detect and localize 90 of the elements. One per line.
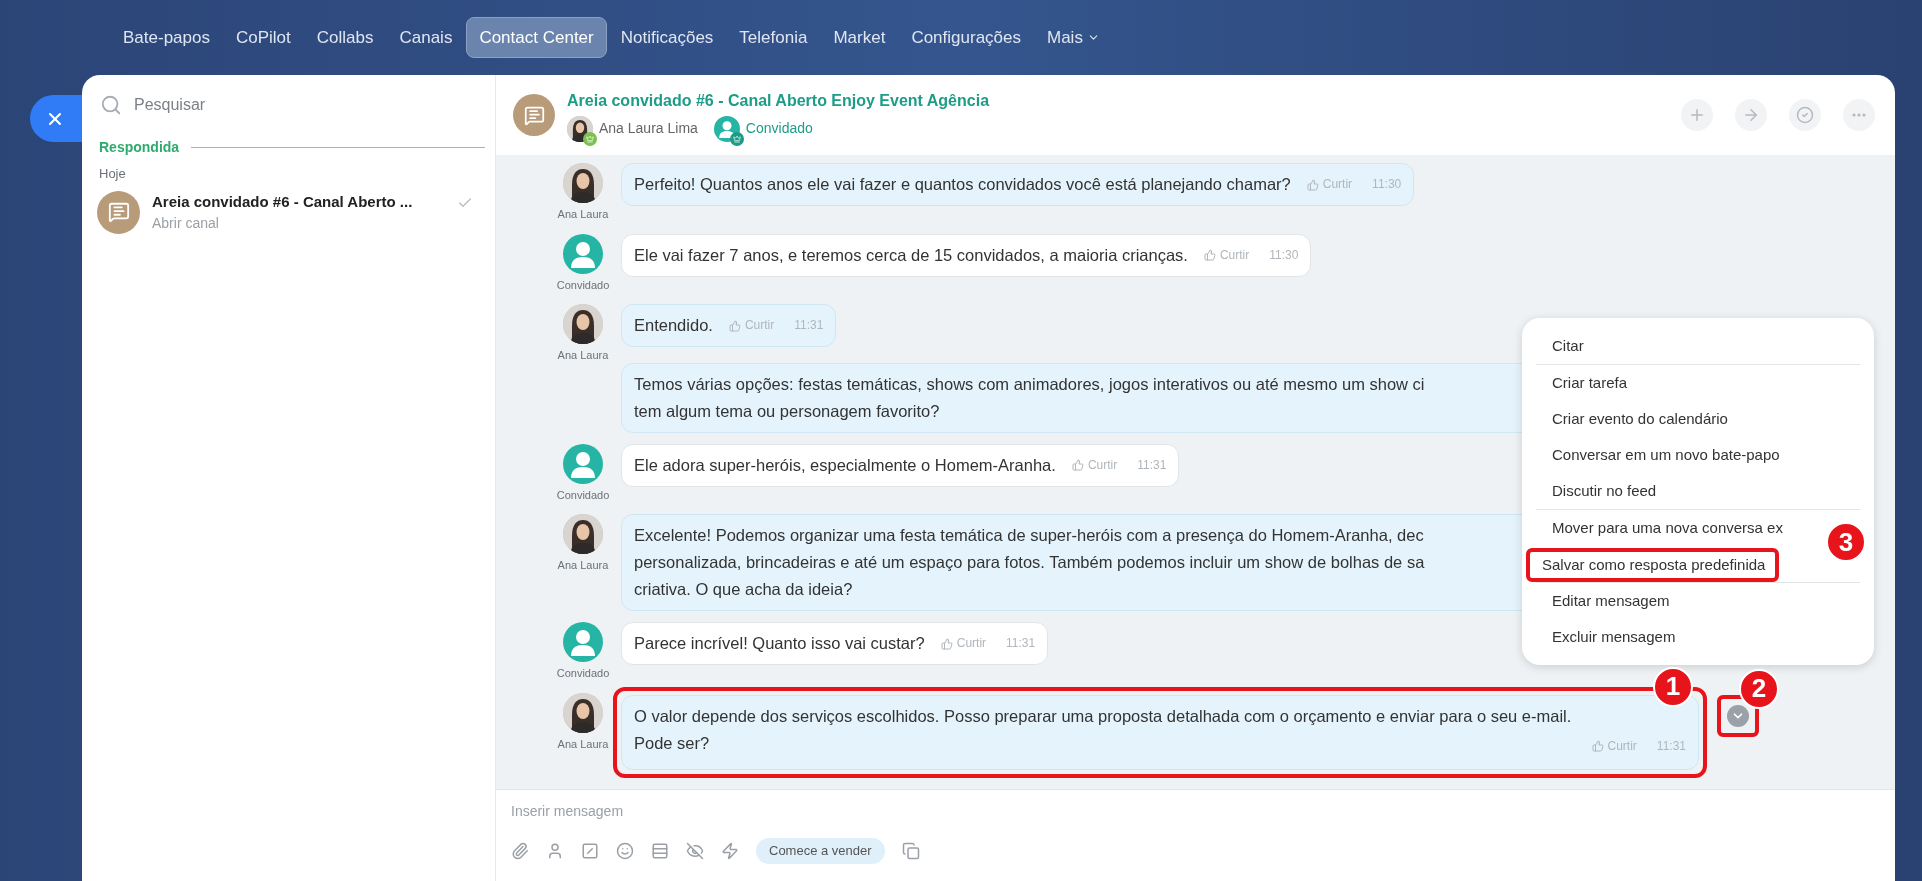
- chat-list-item[interactable]: Areia convidado #6 - Canal Aberto ... Abrir canal: [82, 183, 495, 241]
- message-time: 11:31: [1137, 456, 1167, 474]
- like-icon: [1203, 249, 1216, 261]
- message-menu-button[interactable]: [1727, 704, 1749, 727]
- message-time: 11:31: [1656, 737, 1686, 755]
- user-avatar: [563, 692, 603, 733]
- slash-box-icon[interactable]: [581, 841, 599, 860]
- like-icon: [1591, 740, 1604, 752]
- close-button[interactable]: [30, 95, 82, 142]
- guest-avatar: [563, 233, 603, 274]
- user-avatar: [563, 514, 603, 554]
- section-title: Respondida: [99, 138, 180, 157]
- nav-tab[interactable]: Configurações: [899, 17, 1033, 58]
- message-text: Ele adora super-heróis, especialmente o Homem-Aranha.: [634, 454, 1056, 476]
- nav-tab[interactable]: Market: [821, 17, 898, 58]
- menu-item[interactable]: Discutir no feed: [1552, 473, 1657, 509]
- nav-tab[interactable]: Collabs: [304, 17, 386, 58]
- chat-avatar: [513, 94, 555, 136]
- search-icon: [100, 94, 122, 116]
- guest-avatar: [563, 443, 603, 484]
- forward-button[interactable]: [1735, 99, 1767, 131]
- message-text: Perfeito! Quantos anos ele vai fazer e quantos convidados você está planejando chamar?: [634, 174, 1291, 195]
- nav-tab[interactable]: Notificações: [608, 17, 726, 58]
- date-label: Hoje: [98, 165, 127, 183]
- chat-title: Areia convidado #6 - Canal Aberto ...: [152, 191, 414, 212]
- user-avatar: [567, 115, 593, 142]
- message-text: Entendido.: [634, 315, 713, 336]
- message-text: O valor depende dos serviços escolhidos. Posso preparar uma proposta detalhada com o orçamento e enviar para o seu e-mail. Pode ser?: [634, 705, 1572, 754]
- add-button[interactable]: [1681, 99, 1713, 131]
- check-circle-icon: [1796, 106, 1814, 124]
- user-avatar: [563, 163, 603, 203]
- like-icon: [728, 319, 741, 332]
- plus-icon: [1688, 106, 1706, 124]
- guest-avatar: [713, 115, 740, 142]
- author-name: Convidado: [556, 666, 610, 681]
- sell-button[interactable]: Comece a vender: [756, 838, 885, 864]
- step-badge: 2: [1739, 668, 1779, 709]
- message-time: 11:30: [1269, 246, 1299, 264]
- arrow-right-icon: [1742, 106, 1760, 124]
- step-badge: 1: [1653, 666, 1693, 707]
- menu-item[interactable]: Mover para uma nova conversa ex: [1552, 510, 1783, 546]
- lightning-icon[interactable]: [721, 841, 739, 860]
- list-icon[interactable]: [651, 841, 669, 860]
- panels-icon[interactable]: [901, 841, 920, 860]
- person-icon[interactable]: [546, 841, 564, 860]
- menu-item[interactable]: Editar mensagem: [1552, 583, 1670, 619]
- nav-tab[interactable]: Telefonia: [727, 17, 820, 58]
- eye-off-icon[interactable]: [686, 841, 704, 860]
- menu-item[interactable]: Conversar em um novo bate-papo: [1552, 437, 1780, 473]
- nav-tab[interactable]: Contact Center: [466, 16, 607, 59]
- author-name: Ana Laura: [557, 207, 609, 222]
- chat-subtitle: Abrir canal: [152, 214, 220, 233]
- search-field[interactable]: Pesquisar: [134, 93, 495, 117]
- message-time: 11:31: [794, 317, 824, 334]
- user-avatar: [563, 304, 603, 344]
- like-icon: [940, 637, 953, 650]
- ellipsis-icon: [1852, 113, 1866, 117]
- message-text: Excelente! Podemos organizar uma festa temática de super-heróis com a presença do Homem-Aranha, dec personalizada, brincadeiras e até um espaço para fotos. Também podemos incluir um show de bolhas de sa criativa. O que acha da ideia?: [634, 525, 1425, 600]
- menu-item[interactable]: Criar tarefa: [1552, 365, 1628, 401]
- member-name[interactable]: Convidado: [745, 118, 813, 139]
- menu-item[interactable]: Excluir mensagem: [1552, 619, 1676, 655]
- menu-item[interactable]: Salvar como resposta predefinida: [1526, 548, 1780, 582]
- author-name: Convidado: [556, 277, 610, 293]
- like-icon: [1306, 178, 1319, 191]
- author-name: Ana Laura: [557, 348, 609, 363]
- message-text: Temos várias opções: festas temáticas, shows com animadores, jogos interativos ou até mesmo um show ci tem algum tema ou personagem favorito?: [634, 373, 1425, 422]
- nav-tab[interactable]: Canais: [387, 17, 465, 58]
- message-text: Ele vai fazer 7 anos, e teremos cerca de 15 convidados, a maioria crianças.: [634, 244, 1188, 266]
- step-badge: 3: [1826, 522, 1866, 562]
- message-time: 11:30: [1372, 176, 1402, 193]
- message-text: Parece incrível! Quanto isso vai custar?: [634, 633, 925, 654]
- menu-item[interactable]: Criar evento do calendário: [1552, 401, 1728, 437]
- paperclip-icon[interactable]: [511, 841, 529, 860]
- nav-tab[interactable]: CoPilot: [223, 17, 303, 58]
- menu-item[interactable]: Citar: [1552, 328, 1584, 364]
- nav-tab[interactable]: Bate-papos: [111, 17, 222, 58]
- author-name: Ana Laura: [557, 736, 609, 752]
- member-name[interactable]: Ana Laura Lima: [599, 118, 698, 139]
- chat-title: Areia convidado #6 - Canal Aberto Enjoy Event Agência: [567, 90, 991, 111]
- message-input[interactable]: Inserir mensagem: [511, 790, 1895, 832]
- author-name: Convidado: [556, 487, 610, 503]
- complete-button[interactable]: [1789, 99, 1821, 131]
- smile-icon[interactable]: [616, 841, 634, 860]
- more-menu[interactable]: Mais: [1035, 17, 1112, 58]
- author-name: Ana Laura: [557, 558, 609, 573]
- message-time: 11:31: [1006, 635, 1036, 652]
- like-icon: [1071, 459, 1084, 471]
- more-button[interactable]: [1843, 99, 1875, 131]
- guest-avatar: [563, 622, 603, 662]
- chat-avatar: [97, 190, 140, 234]
